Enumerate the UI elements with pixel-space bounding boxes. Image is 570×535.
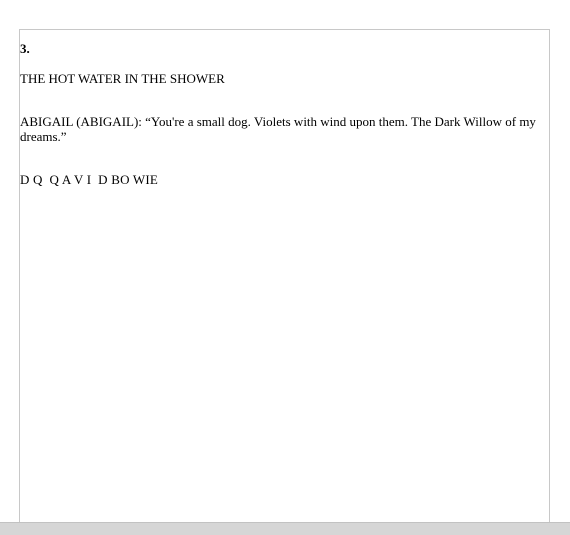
letter-code-line: D Q Q A V I D BO WIE <box>20 172 159 187</box>
document-content: 3. THE HOT WATER IN THE SHOWER ABIGAIL (… <box>20 41 545 187</box>
scene-heading: THE HOT WATER IN THE SHOWER <box>20 71 225 86</box>
section-number: 3. <box>20 41 30 56</box>
horizontal-scrollbar[interactable] <box>0 522 570 535</box>
dialogue-line: ABIGAIL (ABIGAIL): “You're a small dog. … <box>20 114 536 144</box>
